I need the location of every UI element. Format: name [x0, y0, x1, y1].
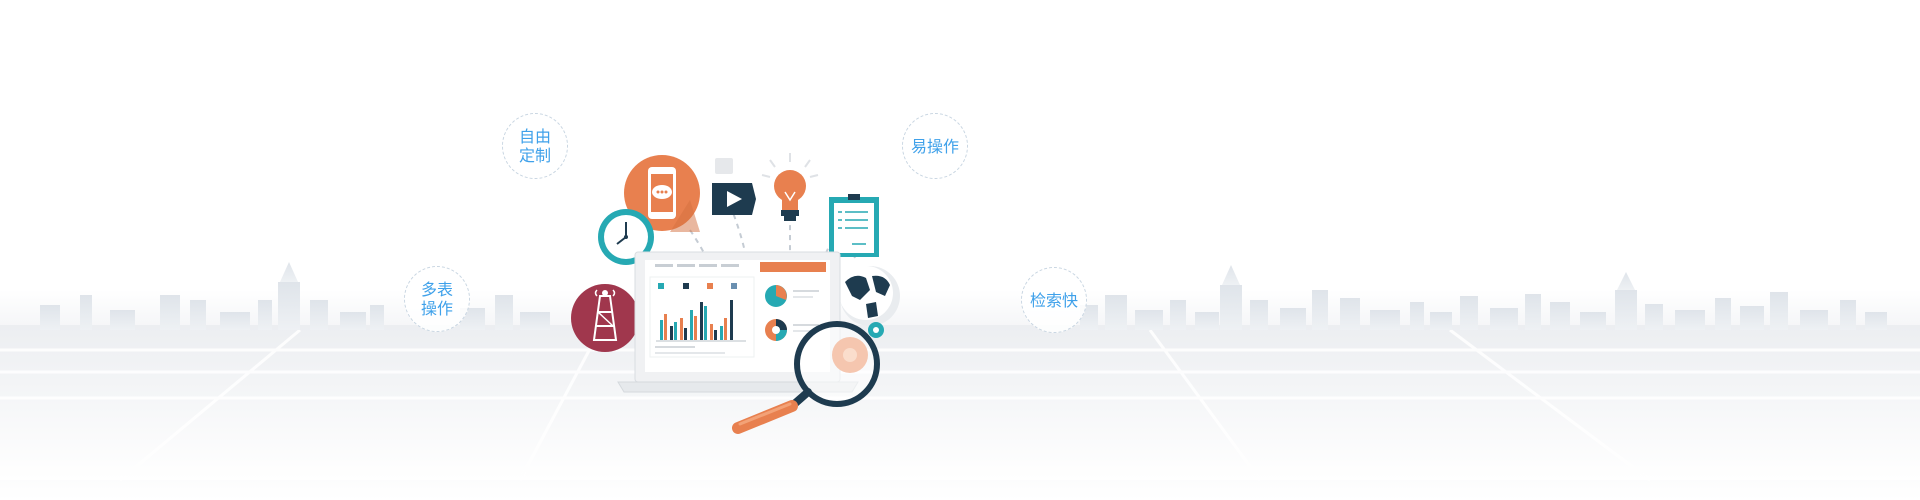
- clipboard-icon: [829, 194, 879, 257]
- gear-icon: [868, 322, 884, 338]
- banner-illustration: [0, 153, 1920, 482]
- feature-bubble-easy: 易操作: [902, 113, 968, 179]
- small-tile-icon: [715, 158, 733, 174]
- city-skyline: [40, 262, 1887, 330]
- globe-icon: [839, 266, 900, 326]
- hero-banner: 自由 定制 易操作 多表 操作 检索快: [0, 0, 1920, 500]
- feature-bubble-custom: 自由 定制: [502, 113, 568, 179]
- floor-band: [0, 325, 1920, 480]
- signal-tower-icon: [571, 284, 639, 352]
- feature-label-easy: 易操作: [910, 136, 959, 156]
- feature-label-search: 检索快: [1029, 290, 1078, 310]
- feature-bubble-search: 检索快: [1021, 267, 1087, 333]
- video-play-icon: [712, 183, 756, 215]
- feature-label-custom: 自由 定制: [518, 127, 551, 165]
- feature-bubble-multi: 多表 操作: [404, 266, 470, 332]
- lightbulb-icon: [761, 153, 819, 221]
- feature-label-multi: 多表 操作: [420, 280, 453, 318]
